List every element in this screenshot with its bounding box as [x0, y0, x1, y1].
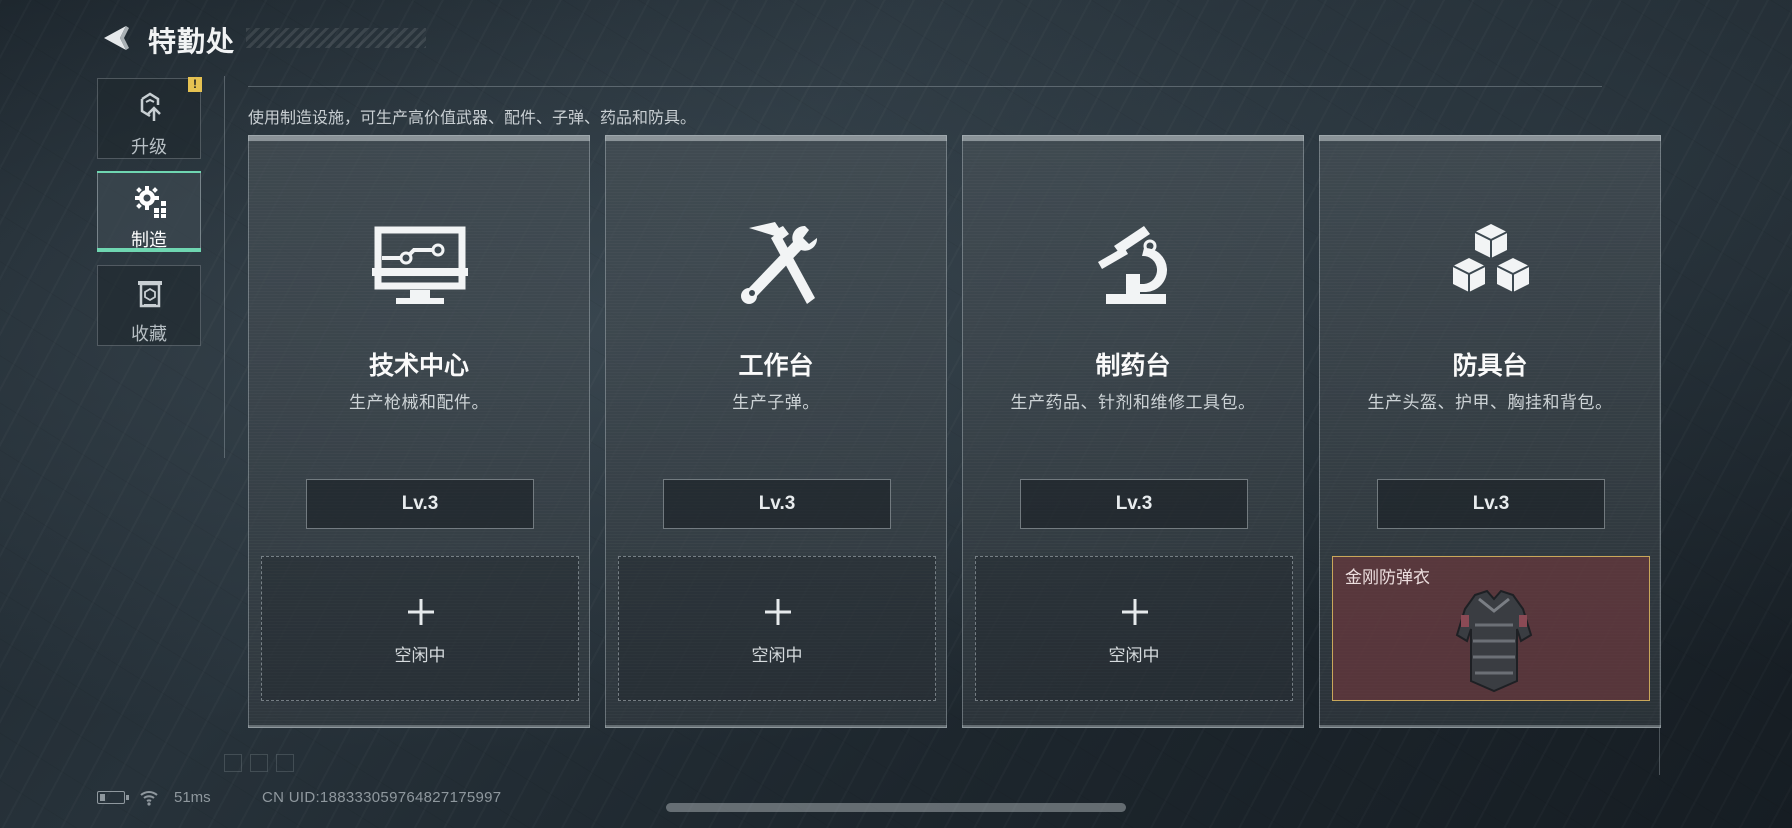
- slot-status: 空闲中: [1108, 646, 1160, 665]
- level-button[interactable]: Lv.3: [306, 479, 534, 529]
- station-description: 生产药品、针剂和维修工具包。: [1010, 393, 1256, 412]
- card-top-bar: [248, 135, 590, 141]
- card-bottom-bar: [1319, 725, 1661, 728]
- gear-craft-icon: [135, 186, 166, 218]
- craft-slot-empty[interactable]: 空闲中: [261, 556, 579, 701]
- frame-line: [224, 76, 225, 458]
- level-button[interactable]: Lv.3: [663, 479, 891, 529]
- hammer-wrench-icon: [741, 222, 818, 304]
- sidebar-item-label: 升级: [131, 137, 167, 157]
- active-top-indicator: [97, 171, 201, 173]
- level-button[interactable]: Lv.3: [1020, 479, 1248, 529]
- craft-slot-in-progress[interactable]: 金刚防弹衣: [1332, 556, 1650, 701]
- computer-monitor-icon: [372, 226, 468, 304]
- station-card-pharmacy[interactable]: 制药台 生产药品、针剂和维修工具包。 Lv.3 空闲中: [962, 135, 1304, 728]
- station-name: 技术中心: [368, 352, 469, 380]
- level-button[interactable]: Lv.3: [1377, 479, 1605, 529]
- user-uid: CN UID:1883330597648271759​97: [262, 789, 502, 806]
- sidebar-item-craft[interactable]: 制造: [97, 171, 201, 252]
- plus-icon: [765, 599, 791, 625]
- ping-value: 51ms: [174, 789, 211, 806]
- craft-slot-empty[interactable]: 空闲中: [975, 556, 1293, 701]
- upgrade-icon: [140, 92, 161, 121]
- station-name: 制药台: [1095, 352, 1171, 380]
- alert-badge: !: [188, 77, 202, 92]
- plus-icon: [408, 599, 434, 625]
- slot-status: 空闲中: [394, 646, 446, 665]
- card-top-bar: [605, 135, 947, 141]
- station-card-armor-bench[interactable]: 防具台 生产头盔、护甲、胸挂和背包。 Lv.3 金刚防弹衣: [1319, 135, 1661, 728]
- station-name: 防具台: [1452, 352, 1528, 380]
- divider-line: [248, 86, 1602, 87]
- station-description: 生产枪械和配件。: [349, 393, 489, 412]
- back-arrow-icon[interactable]: [96, 20, 132, 56]
- station-card-workbench[interactable]: 工作台 生产子弹。 Lv.3 空闲中: [605, 135, 947, 728]
- battery-icon: [97, 791, 129, 804]
- page-header: 特勤处: [96, 18, 436, 58]
- crafting-item-name: 金刚防弹衣: [1345, 568, 1430, 587]
- stacked-cubes-icon: [1452, 224, 1530, 292]
- plus-icon: [1122, 599, 1148, 625]
- body-armor-vest-icon: [1455, 589, 1533, 693]
- active-indicator: [97, 248, 201, 252]
- decorative-squares: [224, 754, 304, 774]
- card-top-bar: [1319, 135, 1661, 141]
- sidebar-item-upgrade[interactable]: 升级 !: [97, 77, 202, 159]
- card-bottom-bar: [962, 725, 1304, 728]
- card-top-bar: [962, 135, 1304, 141]
- card-bottom-bar: [605, 725, 947, 728]
- section-description: 使用制造设施，可生产高价值武器、配件、子弹、药品和防具。: [248, 110, 697, 127]
- title-decoration: [246, 28, 426, 48]
- wifi-icon: [140, 791, 158, 806]
- craft-slot-empty[interactable]: 空闲中: [618, 556, 936, 701]
- page-title: 特勤处: [148, 26, 236, 57]
- sidebar-item-label: 收藏: [131, 324, 167, 344]
- microscope-icon: [1098, 226, 1168, 304]
- slot-status: 空闲中: [751, 646, 803, 665]
- station-description: 生产子弹。: [732, 393, 820, 412]
- station-card-tech-center[interactable]: 技术中心 生产枪械和配件。 Lv.3 空闲中: [248, 135, 590, 728]
- status-bar: 51ms CN UID:1883330597648271759​97: [97, 786, 597, 810]
- collection-icon: [138, 281, 162, 308]
- station-name: 工作台: [738, 352, 814, 380]
- card-bottom-bar: [248, 725, 590, 728]
- station-description: 生产头盔、护甲、胸挂和背包。: [1367, 393, 1613, 412]
- sidebar-item-collection[interactable]: 收藏: [97, 265, 201, 346]
- home-indicator[interactable]: [666, 803, 1126, 812]
